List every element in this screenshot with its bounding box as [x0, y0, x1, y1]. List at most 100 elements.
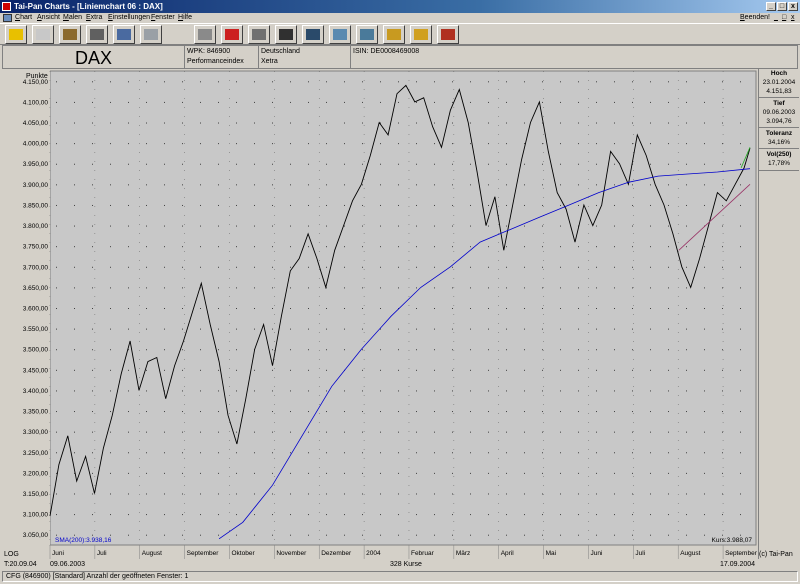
menu-malen[interactable]: Malen — [63, 13, 82, 23]
export-icon[interactable] — [437, 25, 459, 44]
grid-dot — [650, 163, 651, 165]
grid-dot — [92, 411, 93, 413]
grid-dot — [668, 472, 669, 474]
chart-icon[interactable] — [356, 25, 378, 44]
grid-dot — [470, 328, 471, 330]
menu-extra[interactable]: Extra — [86, 13, 102, 23]
grid-dot — [632, 225, 633, 227]
grid-dot — [290, 81, 291, 83]
grid-dot — [560, 411, 561, 413]
grid-dot — [434, 493, 435, 495]
grid-dot — [650, 514, 651, 516]
menu-einstellungen[interactable]: Einstellungen — [108, 13, 150, 23]
grid-dot — [164, 534, 165, 536]
close-button[interactable]: x — [788, 2, 798, 11]
grid-dot — [416, 411, 417, 413]
grid-dot — [704, 452, 705, 454]
grid-dot — [362, 163, 363, 165]
grid-dot — [128, 390, 129, 392]
grid-dot — [56, 390, 57, 392]
mdi-close-button[interactable]: x — [791, 13, 795, 23]
grid-dot — [560, 328, 561, 330]
grid-dot — [200, 493, 201, 495]
ruler-icon[interactable] — [113, 25, 135, 44]
chart-area[interactable]: Punkte 3.050,00 3.100,00 3.150,00 3.200,00 3.… — [2, 69, 758, 559]
help-icon[interactable] — [5, 25, 27, 44]
grid-dot — [524, 308, 525, 309]
grid-dot — [56, 369, 57, 371]
grid-dot — [272, 452, 273, 454]
grid-dot — [578, 390, 579, 392]
grid-dot — [560, 431, 561, 433]
grid-dot — [272, 163, 273, 165]
status-text: CFG (846900) [Standard] Anzahl der geöff… — [6, 573, 189, 580]
grid-dot — [686, 514, 687, 516]
indicator-icon[interactable] — [221, 25, 243, 44]
printer-icon[interactable] — [194, 25, 216, 44]
grid-dot — [56, 328, 57, 330]
grid-dot — [668, 143, 669, 145]
grid-dot — [200, 452, 201, 454]
grid-dot — [128, 411, 129, 413]
grid-dot — [272, 349, 273, 351]
grid-dot — [200, 328, 201, 330]
folder-star-icon[interactable] — [410, 25, 432, 44]
maximize-button[interactable]: □ — [777, 2, 787, 11]
grid-dot — [578, 411, 579, 413]
mdi-minimize-button[interactable]: _ — [774, 13, 778, 23]
grid-dot — [416, 514, 417, 516]
grid-dot — [344, 81, 345, 83]
grid-dot — [92, 514, 93, 516]
x-tick-label: März — [456, 550, 470, 557]
grid-dot — [506, 225, 507, 227]
grid-dot — [110, 122, 111, 124]
statistics-panel: Hoch 23.01.2004 4.151,83 Tief 09.06.2003… — [758, 69, 799, 559]
menu-beenden[interactable]: Beenden! — [740, 13, 770, 23]
grid-dot — [650, 308, 651, 309]
grid-dot — [128, 101, 129, 103]
menu-fenster[interactable]: Fenster — [151, 13, 175, 23]
grid-dot — [416, 369, 417, 371]
scale-icon[interactable] — [275, 25, 297, 44]
grid-dot — [686, 163, 687, 165]
grid-dot — [218, 411, 219, 413]
grid-dot — [416, 163, 417, 165]
folder-icon[interactable] — [383, 25, 405, 44]
book-icon[interactable] — [32, 25, 54, 44]
minimize-button[interactable]: _ — [766, 2, 776, 11]
bars-icon[interactable] — [59, 25, 81, 44]
grid-dot — [326, 411, 327, 413]
grid-dot — [398, 266, 399, 268]
grid-dot — [290, 349, 291, 351]
grid-dot — [704, 349, 705, 351]
grid-dot — [686, 328, 687, 330]
grid-dot — [596, 225, 597, 227]
stat-tolerance-value: 34,16% — [767, 139, 791, 146]
grid-dot — [236, 184, 237, 186]
menu-chart[interactable]: Chart — [15, 13, 32, 23]
magnifier-icon[interactable] — [140, 25, 162, 44]
grid-dot — [398, 163, 399, 165]
grid-dot — [686, 534, 687, 536]
grid-dot — [506, 328, 507, 330]
grid-dot — [650, 349, 651, 351]
grid-dot — [704, 163, 705, 165]
grid-dot — [218, 204, 219, 206]
document-icon[interactable] — [3, 14, 12, 22]
menu-ansicht[interactable]: Ansicht — [37, 13, 60, 23]
tools-icon[interactable] — [86, 25, 108, 44]
grid-dot — [614, 225, 615, 227]
grid-dot — [704, 328, 705, 330]
menu-hilfe[interactable]: Hilfe — [178, 13, 192, 23]
isin-label: ISIN: DE0008469008 — [353, 48, 420, 55]
app-icon[interactable] — [2, 2, 11, 11]
monitor-icon[interactable] — [329, 25, 351, 44]
grid-dot — [704, 369, 705, 371]
grid-dot — [56, 534, 57, 536]
grid-dot — [146, 287, 147, 289]
mdi-restore-button[interactable]: □ — [782, 13, 786, 23]
pencil-icon[interactable] — [248, 25, 270, 44]
tape-icon[interactable] — [302, 25, 324, 44]
grid-dot — [200, 101, 201, 103]
line-chart[interactable]: Punkte3.050,003.100,003.150,003.200,003.… — [2, 69, 758, 559]
